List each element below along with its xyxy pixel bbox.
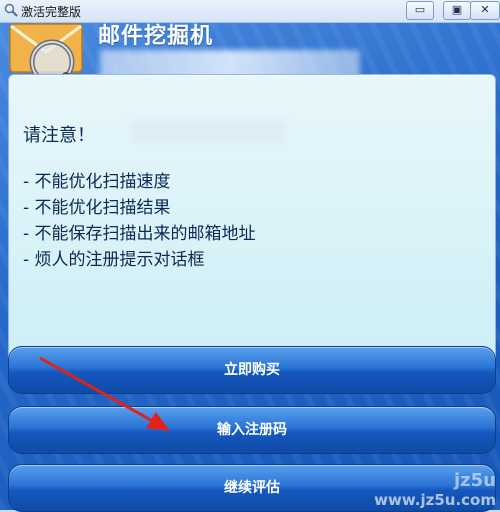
maximize-button[interactable]: ▣ [443, 1, 471, 20]
feature-item: - 不能优化扫描结果 [23, 198, 171, 218]
blurred-notice-text [131, 121, 286, 143]
enter-registration-code-button[interactable]: 输入注册码 [8, 406, 496, 454]
minimize-button[interactable]: ▭ [406, 1, 434, 20]
app-title: 邮件挖掘机 [98, 24, 214, 49]
feature-item: - 不能保存扫描出来的邮箱地址 [23, 224, 256, 244]
watermark: jz5u www.jz5u.com [356, 470, 496, 509]
feature-list: - 不能优化扫描速度 - 不能优化扫描结果 - 不能保存扫描出来的邮箱地址 - … [23, 169, 256, 273]
feature-item: - 不能优化扫描速度 [23, 172, 171, 192]
watermark-logo: jz5u [454, 470, 496, 491]
buy-now-button[interactable]: 立即购买 [8, 346, 496, 394]
notice-title: 请注意！ [23, 125, 95, 146]
notice-panel: 请注意！ - 不能优化扫描速度 - 不能优化扫描结果 - 不能保存扫描出来的邮箱… [8, 74, 496, 363]
feature-item: - 烦人的注册提示对话框 [23, 250, 205, 270]
watermark-url: www.jz5u.com [374, 491, 496, 509]
close-button[interactable]: ✕ [470, 1, 500, 20]
